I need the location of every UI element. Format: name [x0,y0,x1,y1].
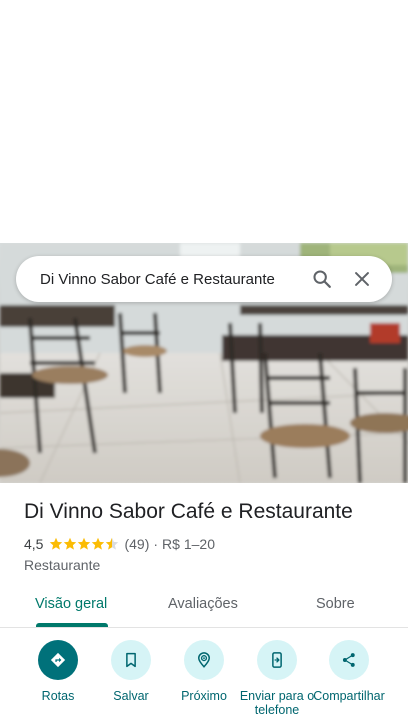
search-bar[interactable]: Di Vinno Sabor Café e Restaurante [16,256,392,302]
share-label: Compartilhar [313,689,385,703]
clear-search-button[interactable] [342,259,382,299]
bookmark-icon [111,640,151,680]
tab-reviews[interactable]: Avaliações [168,596,238,612]
search-icon [313,270,331,288]
rating-value: 4,5 [24,536,44,552]
nearby-label: Próximo [181,689,227,703]
tab-about[interactable]: Sobre [316,596,355,612]
star-icon [64,537,77,550]
action-buttons: Rotas Salvar Próximo Enviar para o telef… [0,640,408,726]
send-to-phone-label: Enviar para o telefone [239,689,315,717]
place-page: Di Vinno Sabor Café e Restaurante Di Vin… [0,0,408,726]
star-icon [50,537,63,550]
separator-dot: · [153,536,159,552]
nearby-icon [184,640,224,680]
place-category[interactable]: Restaurante [24,557,100,573]
share-icon [329,640,369,680]
close-icon [355,272,369,286]
share-button[interactable]: Compartilhar [309,640,389,703]
directions-icon [38,640,78,680]
star-icon [78,537,91,550]
search-button[interactable] [302,259,342,299]
save-label: Salvar [113,689,149,703]
tab-overview[interactable]: Visão geral [35,596,107,612]
star-icon [92,537,105,550]
tab-bar: Visão geral Avaliações Sobre [0,586,408,628]
place-title: Di Vinno Sabor Café e Restaurante [24,500,353,523]
star-icon [106,537,119,550]
nearby-button[interactable]: Próximo [164,640,244,703]
price-level: R$ 1–20 [162,536,215,552]
active-tab-indicator [36,623,108,627]
save-button[interactable]: Salvar [91,640,171,703]
rating-stars [49,537,119,551]
directions-label: Rotas [41,689,75,703]
review-count: (49) [124,536,150,552]
send-to-phone-button[interactable]: Enviar para o telefone [237,640,317,717]
directions-button[interactable]: Rotas [18,640,98,703]
rating-row[interactable]: 4,5 (49) · R$ 1–20 [24,536,215,552]
search-input[interactable]: Di Vinno Sabor Café e Restaurante [40,271,302,288]
send-to-phone-icon [257,640,297,680]
